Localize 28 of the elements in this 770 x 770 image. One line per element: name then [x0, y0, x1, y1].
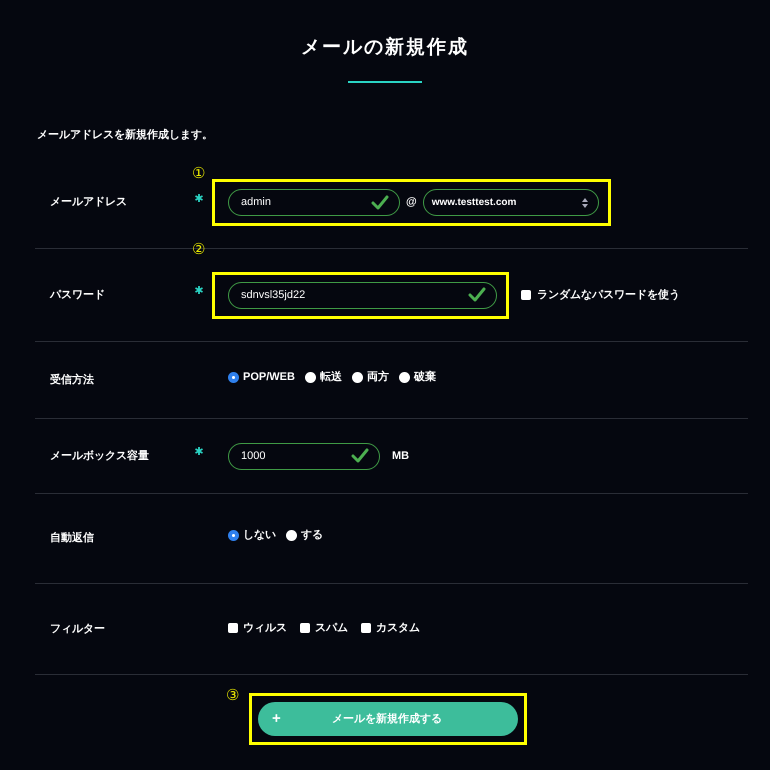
- radio-option[interactable]: 転送: [304, 368, 342, 386]
- field-label: 自動返信: [50, 530, 95, 546]
- input-field[interactable]: admin: [228, 189, 400, 216]
- filter-checkbox[interactable]: ウィルス: [228, 620, 287, 636]
- field-label: メールボックス容量: [50, 448, 150, 464]
- radio-option[interactable]: しない: [228, 527, 276, 544]
- domain-select[interactable]: www.testtest.com: [422, 189, 599, 216]
- radio-option[interactable]: 破棄: [398, 368, 436, 386]
- dialog-title: メールの新規作成: [301, 36, 469, 60]
- description-text: メールアドレスを新規作成します。: [37, 128, 214, 142]
- sort-arrows-icon: [582, 198, 588, 208]
- field-label: 受信方法: [50, 372, 95, 388]
- unit-label: MB: [392, 448, 410, 464]
- filter-checkbox[interactable]: カスタム: [361, 620, 420, 636]
- filter-checkbox[interactable]: スパム: [300, 620, 348, 636]
- input-field[interactable]: sdnvsl35jd22: [228, 282, 497, 308]
- radio-option[interactable]: POP/WEB: [228, 368, 295, 386]
- random-password-checkbox[interactable]: ランダムなパスワードを使う: [521, 286, 680, 304]
- annotation-number: ②: [192, 240, 205, 260]
- annotation-number: ③: [226, 686, 239, 706]
- annotation-number: ①: [192, 164, 205, 184]
- field-label: メールアドレス: [50, 195, 128, 210]
- field-label: パスワード: [50, 288, 106, 303]
- field-label: フィルター: [50, 622, 106, 637]
- radio-option[interactable]: する: [286, 527, 323, 544]
- at-sign: @: [405, 195, 418, 210]
- input-field[interactable]: 1000: [228, 442, 380, 470]
- radio-option[interactable]: 両方: [352, 368, 389, 386]
